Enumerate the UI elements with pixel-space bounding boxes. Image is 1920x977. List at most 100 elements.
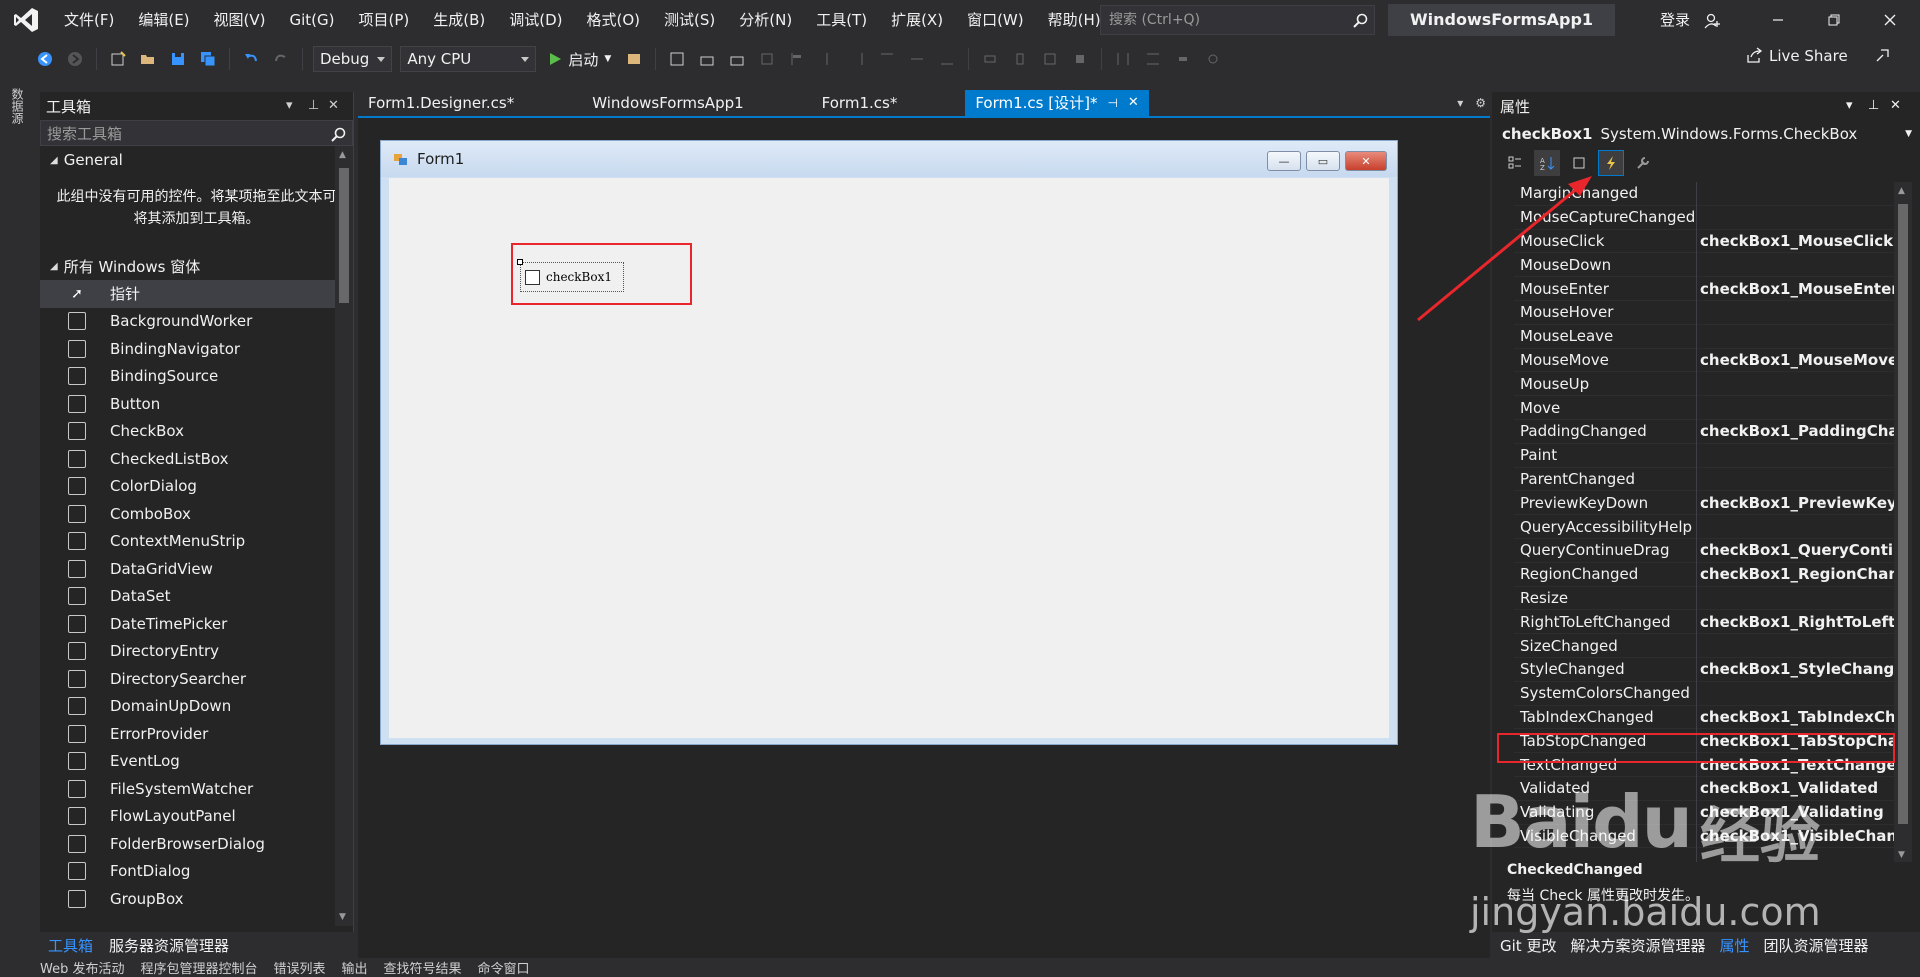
event-handler-value[interactable]: checkBox1_RegionChang — [1694, 565, 1904, 583]
save-button[interactable] — [165, 46, 191, 72]
tab-properties[interactable]: 属性 — [1719, 935, 1749, 956]
search-input[interactable]: 搜索 (Ctrl+Q) — [1100, 5, 1375, 35]
pin-icon[interactable]: ⊥ — [1868, 98, 1879, 113]
side-tab-data-sources[interactable]: 数据源 — [10, 88, 26, 124]
toolbox-item[interactable]: EventLog — [40, 748, 353, 776]
minimize-button[interactable] — [1750, 0, 1806, 40]
toolbox-item[interactable]: FlowLayoutPanel — [40, 803, 353, 831]
event-handler-value[interactable]: checkBox1_MouseMove — [1694, 351, 1904, 369]
event-row[interactable]: MouseMove checkBox1_MouseMove — [1514, 349, 1904, 373]
align-left-button[interactable] — [784, 46, 810, 72]
redo-button[interactable] — [268, 46, 294, 72]
property-pages-button[interactable] — [1630, 150, 1656, 176]
event-handler-value[interactable]: checkBox1_PaddingChan — [1694, 422, 1904, 440]
toolbox-item[interactable]: Button — [40, 390, 353, 418]
toolbox-scrollbar[interactable]: ▲ ▼ — [335, 146, 353, 926]
toolbox-item[interactable]: DataSet — [40, 583, 353, 611]
toolbox-item[interactable]: FolderBrowserDialog — [40, 830, 353, 858]
tab-git-changes[interactable]: Git 更改 — [1500, 935, 1556, 956]
configuration-select[interactable]: Debug — [313, 46, 393, 72]
event-row[interactable]: MouseUp — [1514, 372, 1904, 397]
event-handler-value[interactable]: checkBox1_VisibleChang — [1694, 827, 1904, 845]
form1-window[interactable]: Form1 — ▭ ✕ — [380, 140, 1398, 745]
align-top-button[interactable] — [874, 46, 900, 72]
menu-edit[interactable]: 编辑(E) — [126, 0, 201, 40]
form-maximize-button[interactable]: ▭ — [1306, 151, 1340, 171]
event-row[interactable]: QueryAccessibilityHelp — [1514, 515, 1904, 539]
close-tab-icon[interactable]: ✕ — [1128, 90, 1139, 116]
bottom-tool-tab[interactable]: 查找符号结果 — [384, 958, 462, 977]
event-handler-value[interactable]: checkBox1_QueryContinu — [1694, 541, 1904, 559]
pin-icon[interactable]: ⊥ — [308, 98, 319, 113]
scroll-down-icon[interactable]: ▼ — [339, 912, 346, 922]
start-debug-button[interactable]: 启动 ▼ — [548, 49, 611, 70]
event-row[interactable]: TabIndexChanged checkBox1_TabIndexCha — [1514, 706, 1904, 730]
tab-team-explorer[interactable]: 团队资源管理器 — [1763, 935, 1868, 956]
event-handler-value[interactable]: checkBox1_Validating — [1694, 803, 1904, 821]
event-handler-value[interactable]: checkBox1_MouseClick — [1694, 232, 1904, 250]
make-same-height-button[interactable] — [1007, 46, 1033, 72]
event-row[interactable]: Paint — [1514, 444, 1904, 468]
event-handler-value[interactable]: checkBox1_MouseEnter — [1694, 280, 1904, 298]
close-window-button[interactable] — [1862, 0, 1918, 40]
tab-toolbox[interactable]: 工具箱 — [48, 935, 93, 956]
align-bottom-button[interactable] — [934, 46, 960, 72]
form-close-button[interactable]: ✕ — [1345, 151, 1387, 171]
object-selector[interactable]: checkBox1 System.Windows.Forms.CheckBox … — [1492, 120, 1920, 148]
menu-build[interactable]: 生成(B) — [421, 0, 497, 40]
menu-format[interactable]: 格式(O) — [575, 0, 653, 40]
tab-form1-design[interactable]: Form1.cs [设计]* ⊣ ✕ — [965, 90, 1149, 116]
toolbox-item[interactable]: ContextMenuStrip — [40, 528, 353, 556]
toolbox-item[interactable]: ErrorProvider — [40, 720, 353, 748]
platform-select[interactable]: Any CPU — [400, 46, 537, 72]
menu-debug[interactable]: 调试(D) — [497, 0, 574, 40]
event-row[interactable]: QueryContinueDrag checkBox1_QueryContinu — [1514, 539, 1904, 563]
event-row[interactable]: Validating checkBox1_Validating — [1514, 801, 1904, 825]
scroll-down-icon[interactable]: ▼ — [1898, 850, 1905, 860]
event-row[interactable]: StyleChanged checkBox1_StyleChanged — [1514, 658, 1904, 682]
toolbox-item[interactable]: CheckedListBox — [40, 445, 353, 473]
forward-button[interactable] — [62, 46, 88, 72]
event-row[interactable]: RegionChanged checkBox1_RegionChang — [1514, 563, 1904, 587]
browser-link-button[interactable] — [621, 46, 647, 72]
live-share-button[interactable]: Live Share — [1745, 47, 1892, 65]
open-file-button[interactable] — [135, 46, 161, 72]
event-handler-value[interactable]: checkBox1_RightToLeftC — [1694, 613, 1904, 631]
undo-button[interactable] — [238, 46, 264, 72]
bottom-tool-tab[interactable]: 错误列表 — [274, 958, 326, 977]
toolbox-item[interactable]: FontDialog — [40, 858, 353, 886]
align-right-button[interactable] — [844, 46, 870, 72]
menu-analyze[interactable]: 分析(N) — [727, 0, 804, 40]
toolbox-item[interactable]: ColorDialog — [40, 473, 353, 501]
toolbox-item[interactable]: BindingSource — [40, 363, 353, 391]
send-back-button[interactable] — [694, 46, 720, 72]
toolbox-item[interactable]: BindingNavigator — [40, 335, 353, 363]
toolbox-item[interactable]: ➚ 指针 — [40, 280, 353, 308]
new-project-button[interactable] — [105, 46, 131, 72]
toolbox-item[interactable]: BackgroundWorker — [40, 308, 353, 336]
event-handler-value[interactable]: checkBox1_TabIndexCha — [1694, 708, 1904, 726]
make-same-width-button[interactable] — [977, 46, 1003, 72]
event-row[interactable]: Move — [1514, 396, 1904, 420]
restore-button[interactable] — [1806, 0, 1862, 40]
properties-scrollbar[interactable]: ▲ ▼ — [1894, 182, 1912, 862]
close-icon[interactable]: ✕ — [328, 98, 339, 113]
event-row[interactable]: PaddingChanged checkBox1_PaddingChan — [1514, 420, 1904, 444]
tab-form1-designer-cs[interactable]: Form1.Designer.cs* — [358, 90, 524, 116]
menu-test[interactable]: 测试(S) — [652, 0, 727, 40]
menu-project[interactable]: 项目(P) — [347, 0, 422, 40]
event-handler-value[interactable]: checkBox1_PreviewKeyD — [1694, 494, 1904, 512]
save-all-button[interactable] — [195, 46, 221, 72]
dropdown-icon[interactable]: ▾ — [1846, 98, 1853, 113]
center-horizontally-button[interactable] — [1170, 46, 1196, 72]
scroll-up-icon[interactable]: ▲ — [1898, 186, 1905, 196]
make-same-size-button[interactable] — [1037, 46, 1063, 72]
bottom-tool-tab[interactable]: 输出 — [342, 958, 368, 977]
event-handler-value[interactable]: checkBox1_StyleChanged — [1694, 660, 1904, 678]
tab-windowsformsapp1[interactable]: WindowsFormsApp1 — [582, 90, 753, 116]
form-minimize-button[interactable]: — — [1267, 151, 1301, 171]
event-row[interactable]: Validated checkBox1_Validated — [1514, 777, 1904, 801]
toolbox-item[interactable]: DirectoryEntry — [40, 638, 353, 666]
toolbox-group-windows-forms[interactable]: ◢ 所有 Windows 窗体 — [40, 252, 353, 280]
event-row[interactable]: VisibleChanged checkBox1_VisibleChang — [1514, 825, 1904, 849]
